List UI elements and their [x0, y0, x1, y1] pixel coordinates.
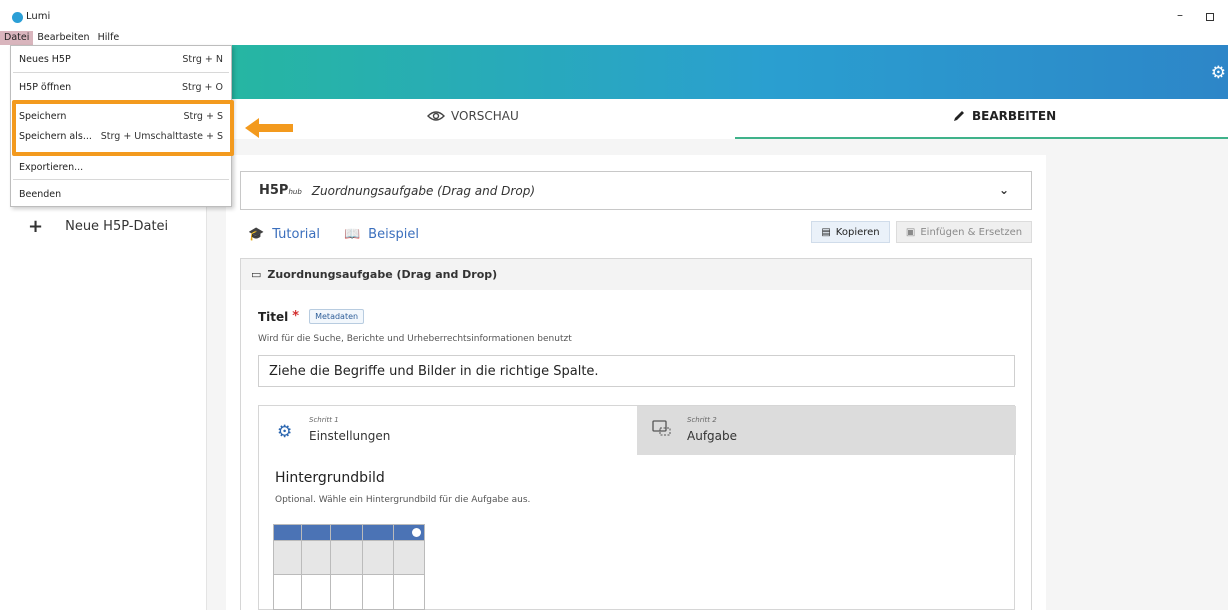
graduation-cap-icon: 🎓: [248, 227, 265, 242]
save-highlight-annotation: [12, 100, 234, 156]
copy-label: Kopieren: [835, 226, 880, 238]
paste-icon: ▣: [905, 226, 916, 238]
menu-bearbeiten[interactable]: Bearbeiten: [33, 31, 93, 45]
content-type-section-header[interactable]: ▭ Zuordnungsaufgabe (Drag and Drop): [240, 258, 1032, 291]
step-1-number: Schritt 1: [309, 416, 339, 424]
gear-icon: ⚙: [277, 422, 293, 442]
menu-item-export-label: Exportieren...: [19, 161, 84, 173]
thumbnail-column-line: [330, 525, 331, 609]
menu-item-open-shortcut: Strg + O: [181, 81, 223, 93]
paste-replace-button[interactable]: ▣ Einfügen & Ersetzen: [896, 221, 1032, 243]
step-2-number: Schritt 2: [687, 416, 717, 424]
required-marker: *: [292, 309, 300, 324]
example-label: Beispiel: [368, 227, 419, 242]
eye-icon: [427, 111, 445, 121]
tab-edit-label: BEARBEITEN: [972, 109, 1057, 123]
thumbnail-column-line: [362, 525, 363, 609]
tab-preview-label: VORSCHAU: [451, 109, 519, 123]
title-bar: Lumi –: [0, 0, 1228, 24]
title-field-label: Titel * Metadaten: [258, 309, 365, 324]
thumbnail-row: [274, 540, 424, 574]
tutorial-link[interactable]: 🎓 Tutorial: [248, 227, 320, 242]
pencil-icon: [954, 111, 964, 121]
menu-item-new[interactable]: Neues H5P Strg + N: [11, 49, 231, 69]
menu-item-new-label: Neues H5P: [19, 53, 71, 65]
new-h5p-file-label: Neue H5P-Datei: [65, 219, 169, 234]
menu-item-quit[interactable]: Beenden: [11, 184, 231, 204]
section-title: Zuordnungsaufgabe (Drag and Drop): [267, 268, 498, 281]
hub-selected-type: Zuordnungsaufgabe (Drag and Drop): [311, 183, 535, 198]
tab-edit[interactable]: BEARBEITEN: [952, 109, 1056, 123]
step-1-label: Einstellungen: [309, 429, 391, 443]
menu-separator: [13, 72, 229, 73]
editor-tabs: VORSCHAU BEARBEITEN: [207, 99, 1228, 139]
h5p-hub-logo: H5Phub: [259, 183, 302, 198]
menu-item-quit-label: Beenden: [19, 188, 62, 200]
book-icon: 📖: [343, 227, 361, 242]
menu-item-open-label: H5P öffnen: [19, 81, 72, 93]
metadata-button[interactable]: Metadaten: [309, 309, 365, 324]
minimize-button[interactable]: –: [1172, 8, 1188, 24]
menu-item-export[interactable]: Exportieren...: [11, 157, 231, 177]
menu-item-new-shortcut: Strg + N: [182, 53, 223, 65]
step-2-label: Aufgabe: [687, 429, 738, 443]
example-link[interactable]: 📖 Beispiel: [344, 227, 419, 242]
tab-preview[interactable]: VORSCHAU: [427, 109, 519, 123]
title-field-description: Wird für die Suche, Berichte und Urheber…: [258, 334, 572, 344]
h5p-hub-selector[interactable]: H5Phub Zuordnungsaufgabe (Drag and Drop)…: [240, 171, 1032, 210]
drag-drop-small-icon: ▭: [251, 268, 262, 281]
background-image-description: Optional. Wähle ein Hintergrundbild für …: [275, 495, 531, 505]
lumi-logo-icon: [12, 12, 23, 23]
copy-button[interactable]: ▤ Kopieren: [811, 221, 890, 243]
app-title: Lumi: [26, 11, 51, 22]
background-image-title: Hintergrundbild: [275, 470, 385, 486]
menubar: Datei Bearbeiten Hilfe: [0, 31, 123, 45]
help-links: 🎓 Tutorial 📖 Beispiel: [248, 227, 419, 242]
menu-hilfe[interactable]: Hilfe: [94, 31, 124, 45]
title-label: Titel: [258, 309, 289, 324]
title-input[interactable]: Ziehe die Begriffe und Bilder in die ric…: [258, 355, 1015, 387]
background-image-thumbnail[interactable]: [273, 524, 425, 610]
thumbnail-header: [274, 525, 424, 540]
paste-label: Einfügen & Ersetzen: [920, 226, 1023, 238]
header-bar: ⚙: [207, 45, 1228, 99]
new-h5p-file-button[interactable]: + Neue H5P-Datei: [28, 216, 168, 237]
plus-icon: +: [28, 216, 44, 237]
menu-datei[interactable]: Datei: [0, 31, 34, 45]
arrow-left-icon: [245, 118, 293, 138]
drag-drop-icon: [652, 420, 672, 441]
maximize-button[interactable]: [1206, 13, 1214, 21]
copy-icon: ▤: [821, 226, 831, 238]
step-settings[interactable]: ⚙ Schritt 1 Einstellungen: [259, 406, 637, 455]
remove-image-icon[interactable]: [412, 528, 421, 537]
menu-separator: [13, 179, 229, 180]
step-task[interactable]: Schritt 2 Aufgabe: [637, 406, 1016, 455]
tutorial-label: Tutorial: [272, 227, 320, 242]
settings-gear-icon[interactable]: ⚙: [1211, 63, 1226, 83]
thumbnail-column-line: [393, 525, 394, 609]
thumbnail-row: [274, 574, 424, 608]
chevron-down-icon[interactable]: ⌄: [999, 183, 1009, 197]
menu-item-open[interactable]: H5P öffnen Strg + O: [11, 77, 231, 97]
thumbnail-column-line: [301, 525, 302, 609]
